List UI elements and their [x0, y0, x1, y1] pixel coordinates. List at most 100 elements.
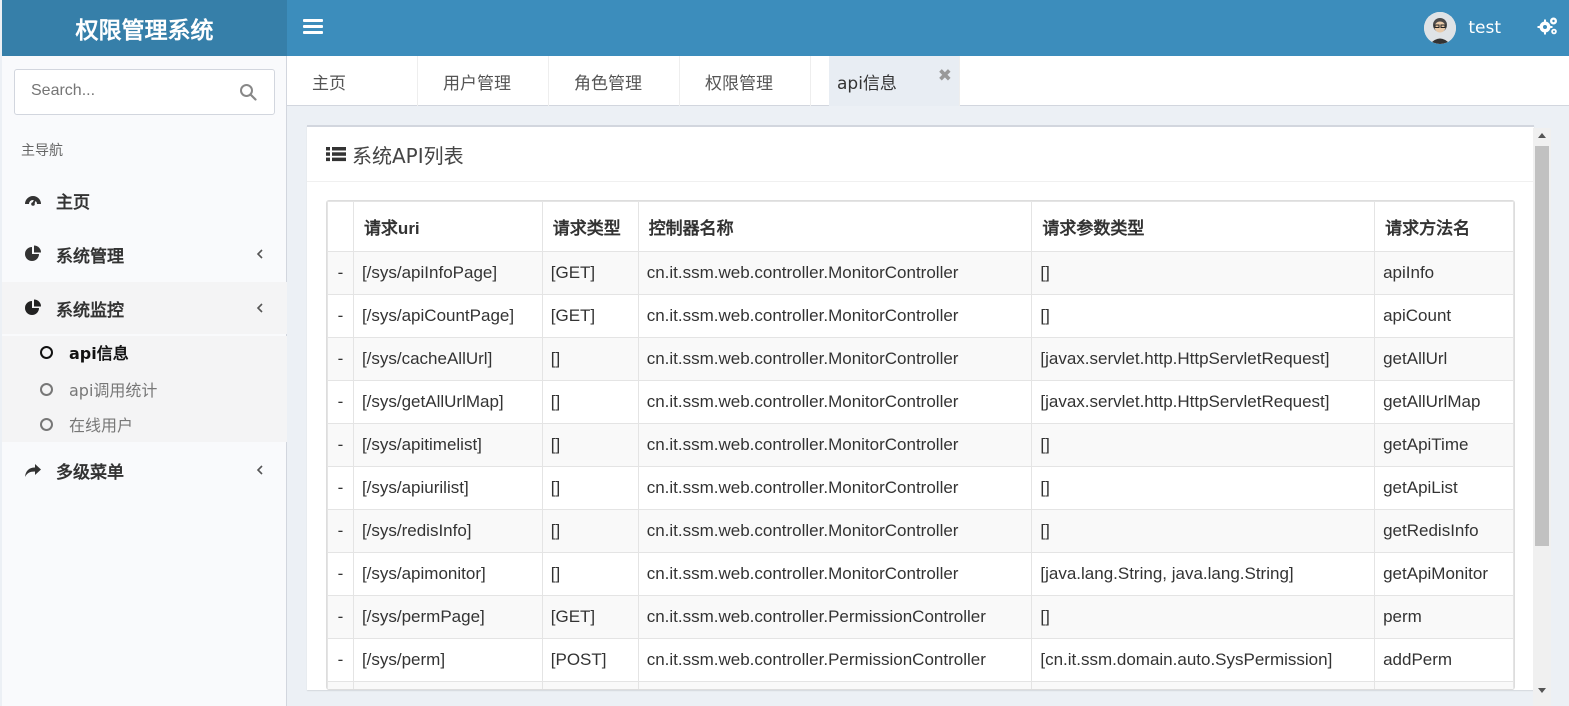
method-cell: []: [541, 380, 639, 424]
row-expand-cell[interactable]: [327, 681, 354, 689]
column-header-method[interactable]: 请求类型: [541, 201, 639, 252]
menu-toggle-icon[interactable]: [303, 16, 323, 40]
params-cell: []: [1031, 423, 1376, 467]
tab-home[interactable]: 主页: [287, 56, 418, 106]
sidebar-item-label: 系统管理: [56, 246, 124, 267]
controller-cell: cn.it.ssm.web.controller.MonitorControll…: [637, 466, 1033, 510]
controller-cell: cn.it.ssm.web.controller.MonitorControll…: [637, 380, 1033, 424]
handler-cell: getApiMonitor: [1374, 552, 1514, 596]
method-cell: []: [541, 423, 639, 467]
uri-cell: [/sys/apiCountPage]: [352, 294, 543, 338]
method-cell: []: [541, 337, 639, 381]
row-expand-cell[interactable]: -: [327, 251, 354, 295]
sidebar-subitem-api-info[interactable]: api信息: [2, 337, 287, 367]
row-expand-cell[interactable]: -: [327, 294, 354, 338]
table-row[interactable]: - [/sys/getAllUrlMap][] cn.it.ssm.web.cont…: [327, 380, 1514, 424]
table-row[interactable]: - [/sys/apiCountPage] [GET] cn.it.ssm.web.c…: [327, 294, 1514, 338]
uri-cell: [/sys/getAllUrlMap]: [352, 380, 543, 424]
params-cell: []: [1031, 466, 1376, 510]
params-cell: [java.lang.String, java.lang.String]: [1031, 552, 1376, 596]
column-header-handler[interactable]: 请求方法名: [1374, 201, 1514, 252]
app-logo[interactable]: 权限管理系统: [2, 0, 287, 56]
scroll-up-icon[interactable]: [1533, 128, 1551, 144]
tab-label: 用户管理: [443, 73, 511, 94]
uri-cell: [/sys/cacheAllUrl]: [352, 337, 543, 381]
params-cell: [1031, 681, 1376, 689]
table-row[interactable]: - [/sys/apiInfoPage] [GET] cn.it.ssm.web.co…: [327, 251, 1514, 295]
sidebar-item-label: 主页: [56, 192, 90, 213]
handler-cell: apiInfo: [1374, 251, 1514, 295]
share-icon: [25, 464, 41, 477]
api-list-box: 系统API列表 请求uri 请求类型 控制器名称 请求参数类型 请求方法名 - …: [307, 125, 1534, 690]
row-expand-cell[interactable]: -: [327, 552, 354, 596]
table-row[interactable]: [327, 681, 1514, 689]
method-cell: [POST]: [541, 638, 639, 682]
params-cell: [javax.servlet.http.HttpServletRequest]: [1031, 380, 1376, 424]
nav-header: 主导航: [21, 143, 63, 159]
method-cell: [GET]: [541, 251, 639, 295]
uri-cell: [352, 681, 543, 689]
row-expand-cell[interactable]: -: [327, 595, 354, 639]
sidebar-subitem-label: api调用统计: [69, 381, 158, 400]
tab-role-management[interactable]: 角色管理: [549, 56, 680, 106]
content-scrollbar[interactable]: [1533, 128, 1551, 706]
tab-label: api信息: [837, 73, 897, 94]
column-header-uri[interactable]: 请求uri: [352, 201, 543, 252]
dashboard-icon: [25, 196, 41, 206]
table-row[interactable]: - [/sys/perm] [POST] cn.it.ssm.web.controll…: [327, 638, 1514, 682]
tab-api-info[interactable]: api信息 ✖: [829, 56, 960, 106]
sidebar-subitem-api-stats[interactable]: api调用统计: [2, 374, 287, 404]
gears-icon[interactable]: [1537, 15, 1559, 39]
params-cell: [cn.it.ssm.domain.auto.SysPermission]: [1031, 638, 1376, 682]
tab-user-management[interactable]: 用户管理: [418, 56, 549, 106]
user-menu[interactable]: test: [1424, 11, 1501, 45]
row-expand-cell[interactable]: -: [327, 380, 354, 424]
tab-permission-management[interactable]: 权限管理: [680, 56, 811, 106]
handler-cell: addPerm: [1374, 638, 1514, 682]
chevron-left-icon: [256, 249, 263, 259]
handler-cell: perm: [1374, 595, 1514, 639]
sidebar-item-system-monitor[interactable]: 系统监控: [2, 282, 287, 334]
sidebar-item-multilevel-menu[interactable]: 多级菜单: [2, 444, 287, 496]
search-input[interactable]: [31, 82, 231, 100]
controller-cell: cn.it.ssm.web.controller.MonitorControll…: [637, 294, 1033, 338]
controller-cell: cn.it.ssm.web.controller.MonitorControll…: [637, 337, 1033, 381]
table-row[interactable]: - [/sys/redisInfo][] cn.it.ssm.web.control…: [327, 509, 1514, 553]
column-header-controller[interactable]: 控制器名称: [637, 201, 1033, 252]
table-row[interactable]: - [/sys/cacheAllUrl][] cn.it.ssm.web.contr…: [327, 337, 1514, 381]
handler-cell: getApiList: [1374, 466, 1514, 510]
uri-cell: [/sys/apiInfoPage]: [352, 251, 543, 295]
table-row[interactable]: - [/sys/permPage] [GET] cn.it.ssm.web.contr…: [327, 595, 1514, 639]
row-expand-cell[interactable]: -: [327, 423, 354, 467]
pie-chart-icon: [25, 245, 41, 261]
row-expand-cell[interactable]: -: [327, 466, 354, 510]
sidebar-item-home[interactable]: 主页: [2, 174, 287, 226]
table-row[interactable]: - [/sys/apitimelist][] cn.it.ssm.web.contr…: [327, 423, 1514, 467]
row-expand-cell[interactable]: -: [327, 509, 354, 553]
table-row[interactable]: - [/sys/apimonitor][] cn.it.ssm.web.contro…: [327, 552, 1514, 596]
sidebar-item-label: 多级菜单: [56, 462, 124, 483]
close-icon[interactable]: ✖: [938, 66, 952, 86]
search-icon[interactable]: [239, 83, 257, 101]
handler-cell: getAllUrl: [1374, 337, 1514, 381]
sidebar-item-system-management[interactable]: 系统管理: [2, 228, 287, 280]
api-table-wrap: 请求uri 请求类型 控制器名称 请求参数类型 请求方法名 - [/sys/api…: [326, 200, 1515, 690]
method-cell: []: [541, 466, 639, 510]
circle-icon: [40, 417, 53, 431]
handler-cell: [1374, 681, 1514, 689]
scroll-down-icon[interactable]: [1533, 682, 1551, 698]
sidebar-subitem-online-users[interactable]: 在线用户: [2, 409, 287, 439]
table-row[interactable]: - [/sys/apiurilist][] cn.it.ssm.web.contro…: [327, 466, 1514, 510]
method-cell: []: [541, 509, 639, 553]
uri-cell: [/sys/apitimelist]: [352, 423, 543, 467]
controller-cell: cn.it.ssm.web.controller.PermissionContr…: [637, 638, 1033, 682]
column-header-params[interactable]: 请求参数类型: [1031, 201, 1376, 252]
circle-icon: [40, 382, 53, 396]
sidebar: 主导航 主页 系统管理 系统监控 api信息 api调用统计 在线用户 多级菜单: [2, 56, 287, 706]
row-expand-cell[interactable]: -: [327, 638, 354, 682]
main-content: 系统API列表 请求uri 请求类型 控制器名称 请求参数类型 请求方法名 - …: [288, 106, 1534, 706]
row-expand-cell[interactable]: -: [327, 337, 354, 381]
uri-cell: [/sys/redisInfo]: [352, 509, 543, 553]
list-icon: [326, 147, 346, 162]
scrollbar-thumb[interactable]: [1535, 146, 1549, 546]
